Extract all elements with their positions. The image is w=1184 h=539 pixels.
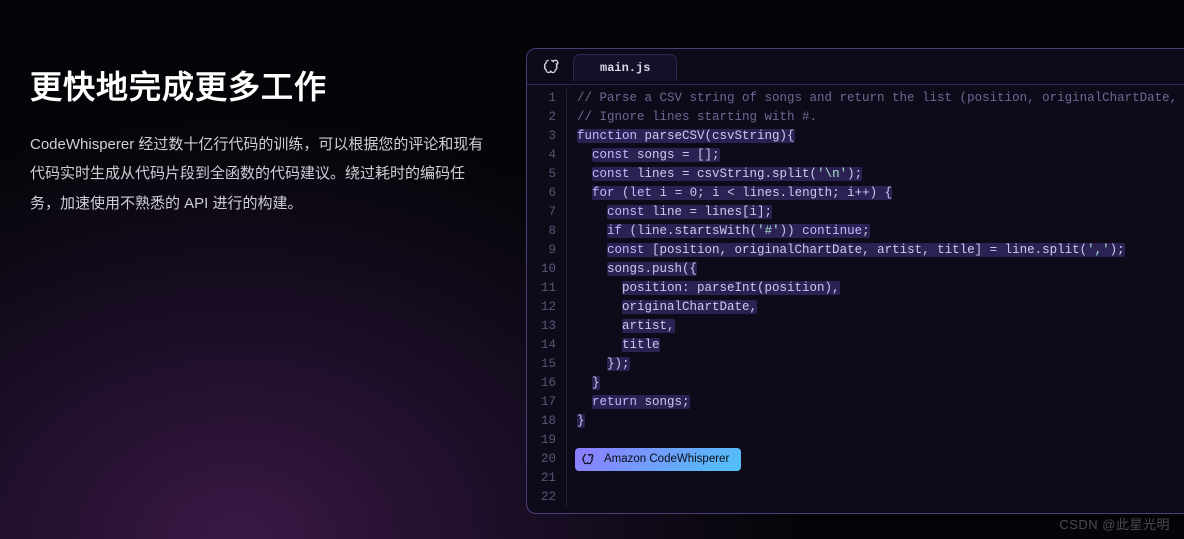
info-panel: 更快地完成更多工作 CodeWhisperer 经过数十亿行代码的训练，可以根据… [30, 48, 490, 514]
line-number: 21 [527, 469, 556, 488]
codewhisperer-icon [541, 56, 563, 78]
line-number: 6 [527, 184, 556, 203]
line-number: 7 [527, 203, 556, 222]
page-heading: 更快地完成更多工作 [30, 62, 490, 108]
code-line: // Parse a CSV string of songs and retur… [577, 89, 1184, 108]
watermark-text: CSDN @此星光明 [1059, 514, 1170, 533]
code-line: return songs; [577, 393, 1184, 412]
code-line: }); [577, 355, 1184, 374]
code-line: for (let i = 0; i < lines.length; i++) { [577, 184, 1184, 203]
code-line: artist, [577, 317, 1184, 336]
line-number: 15 [527, 355, 556, 374]
codewhisperer-badge[interactable]: Amazon CodeWhisperer [575, 448, 741, 471]
code-line: } [577, 374, 1184, 393]
line-number: 14 [527, 336, 556, 355]
line-number: 17 [527, 393, 556, 412]
code-line: const [position, originalChartDate, arti… [577, 241, 1184, 260]
line-number: 8 [527, 222, 556, 241]
line-number: 19 [527, 431, 556, 450]
code-line: } [577, 412, 1184, 431]
line-number-gutter: 12345678910111213141516171819202122 [527, 89, 567, 507]
editor-tabbar: main.js [527, 49, 1184, 85]
line-number: 4 [527, 146, 556, 165]
code-line: function parseCSV(csvString){ [577, 127, 1184, 146]
code-line: position: parseInt(position), [577, 279, 1184, 298]
code-line: const songs = []; [577, 146, 1184, 165]
line-number: 10 [527, 260, 556, 279]
line-number: 2 [527, 108, 556, 127]
code-line: const lines = csvString.split('\n'); [577, 165, 1184, 184]
line-number: 22 [527, 488, 556, 507]
line-number: 1 [527, 89, 556, 108]
line-number: 16 [527, 374, 556, 393]
code-line: title [577, 336, 1184, 355]
code-line: songs.push({ [577, 260, 1184, 279]
line-number: 12 [527, 298, 556, 317]
line-number: 3 [527, 127, 556, 146]
line-number: 18 [527, 412, 556, 431]
code-area[interactable]: 12345678910111213141516171819202122 // P… [527, 85, 1184, 513]
line-number: 11 [527, 279, 556, 298]
code-line: Amazon CodeWhisperer [577, 450, 1184, 469]
page-description: CodeWhisperer 经过数十亿行代码的训练，可以根据您的评论和现有代码实… [30, 130, 490, 218]
code-line [577, 469, 1184, 488]
editor-tab-main-js[interactable]: main.js [573, 54, 677, 81]
code-line [577, 488, 1184, 507]
line-number: 20 [527, 450, 556, 469]
code-lines: // Parse a CSV string of songs and retur… [567, 89, 1184, 507]
code-line: if (line.startsWith('#')) continue; [577, 222, 1184, 241]
line-number: 13 [527, 317, 556, 336]
line-number: 9 [527, 241, 556, 260]
code-editor: main.js 12345678910111213141516171819202… [526, 48, 1184, 514]
line-number: 5 [527, 165, 556, 184]
code-line: const line = lines[i]; [577, 203, 1184, 222]
code-line: // Ignore lines starting with #. [577, 108, 1184, 127]
code-line: originalChartDate, [577, 298, 1184, 317]
